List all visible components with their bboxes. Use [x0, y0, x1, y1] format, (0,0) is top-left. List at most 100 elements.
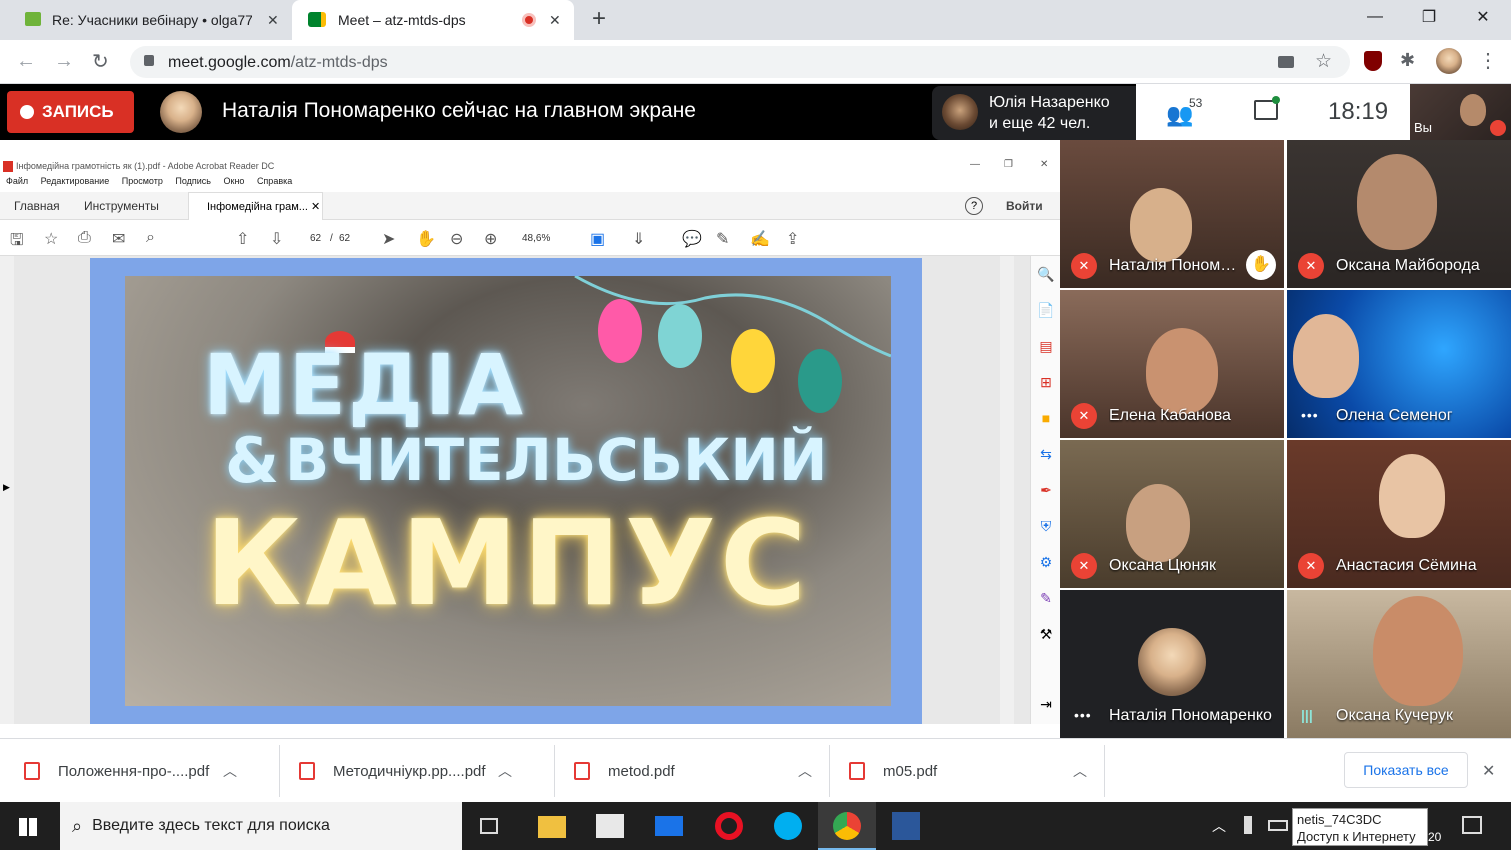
restore-button[interactable]: ❐: [1406, 0, 1452, 34]
participant-tile[interactable]: ✕ Оксана Майборода: [1287, 140, 1511, 288]
minimize-button[interactable]: —: [1352, 0, 1398, 34]
search-icon[interactable]: ⌕: [146, 229, 155, 247]
fill-sign-icon[interactable]: ✒: [1037, 482, 1055, 500]
close-downloads-icon[interactable]: ✕: [1482, 761, 1495, 781]
sign-icon[interactable]: ✍: [750, 229, 770, 249]
signin-button[interactable]: Войти: [1006, 199, 1043, 213]
page-up-icon[interactable]: ⇧: [236, 229, 249, 249]
file-explorer-icon[interactable]: [538, 816, 566, 838]
zoom-out-icon[interactable]: ⊖: [450, 229, 463, 249]
combine-icon[interactable]: ⇆: [1037, 446, 1055, 464]
participant-tile[interactable]: ✕ Оксана Цюняк: [1060, 440, 1284, 588]
chevron-up-icon[interactable]: ︿: [498, 761, 512, 781]
chrome-icon[interactable]: [833, 812, 861, 840]
page-number-input[interactable]: 62: [310, 233, 321, 244]
back-icon[interactable]: ←: [16, 50, 36, 73]
acro-minimize-icon[interactable]: —: [970, 159, 980, 170]
participant-tile[interactable]: ✕ Анастасия Сёмина: [1287, 440, 1511, 588]
self-view-tile[interactable]: Вы: [1410, 84, 1511, 140]
compress-icon[interactable]: ⚙: [1037, 554, 1055, 572]
download-item[interactable]: Положення-про-....pdf ︿: [24, 739, 237, 803]
download-item[interactable]: m05.pdf ︿: [849, 739, 1087, 803]
word-icon[interactable]: [892, 812, 920, 840]
help-icon[interactable]: ?: [965, 197, 983, 215]
document-view[interactable]: МЕДІА & ВЧИТЕЛЬСЬКИЙ КАМПУС ▶ 🔍 📄 ▤ ⊞ ■ …: [0, 256, 1060, 724]
camera-icon[interactable]: [1278, 56, 1294, 68]
hand-tool-icon[interactable]: ✋: [416, 229, 436, 249]
fit-page-icon[interactable]: ▣: [590, 229, 605, 249]
close-tab-icon[interactable]: ✕: [267, 12, 279, 29]
comment-tool-icon[interactable]: ■: [1037, 410, 1055, 428]
acro-close-icon[interactable]: ✕: [1040, 159, 1048, 170]
show-hidden-icons-icon[interactable]: ︿: [1212, 816, 1226, 836]
participant-tile[interactable]: ✕ Елена Кабанова: [1060, 290, 1284, 438]
browser-tab-email[interactable]: Re: Учасники вебінару • olga77 ✕: [0, 0, 290, 40]
menu-edit[interactable]: Редактирование: [41, 176, 110, 186]
close-tab-icon[interactable]: ✕: [549, 12, 561, 29]
presenters-chip[interactable]: Юлія Назаренко и еще 42 чел.: [932, 86, 1136, 140]
menu-view[interactable]: Просмотр: [122, 176, 163, 186]
download-item[interactable]: metod.pdf ︿: [574, 739, 812, 803]
menu-sign[interactable]: Подпись: [175, 176, 211, 186]
create-pdf-icon[interactable]: ⊞: [1037, 374, 1055, 392]
ublock-extension-icon[interactable]: [1364, 51, 1382, 71]
notifications-icon[interactable]: [1462, 816, 1482, 834]
bookmark-star-icon[interactable]: ☆: [1315, 50, 1332, 73]
task-view-icon[interactable]: [480, 818, 498, 834]
tab-document[interactable]: Інфомедійна грам... ✕: [188, 192, 323, 220]
opera-icon[interactable]: [715, 812, 743, 840]
windows-start-icon[interactable]: [19, 818, 37, 836]
share-icon[interactable]: ⇪: [786, 229, 799, 249]
participant-tile[interactable]: ••• Олена Семеног: [1287, 290, 1511, 438]
save-icon[interactable]: 🖫: [10, 229, 24, 256]
print-icon[interactable]: ⎙: [78, 229, 91, 247]
recording-button[interactable]: ЗАПИСЬ: [7, 91, 134, 133]
skype-icon[interactable]: [774, 812, 802, 840]
collapse-panel-icon[interactable]: ⇥: [1037, 696, 1055, 714]
page-down-icon[interactable]: ⇩: [270, 229, 283, 249]
select-cursor-icon[interactable]: ➤: [382, 229, 395, 249]
reload-icon[interactable]: ↻: [92, 49, 109, 74]
comment-icon[interactable]: 💬: [682, 229, 702, 249]
chevron-up-icon[interactable]: ︿: [798, 761, 812, 781]
expand-left-icon[interactable]: ▶: [3, 482, 10, 493]
menu-help[interactable]: Справка: [257, 176, 292, 186]
zoom-level[interactable]: 48,6%: [522, 233, 550, 244]
show-all-downloads-button[interactable]: Показать все: [1344, 752, 1468, 788]
participant-tile[interactable]: ✕ Наталія Пономаренко ✋: [1060, 140, 1284, 288]
profile-avatar[interactable]: [1436, 48, 1462, 74]
download-item[interactable]: Методичніукр.рр....pdf ︿: [299, 739, 512, 803]
export-pdf-icon[interactable]: 📄: [1037, 302, 1055, 320]
participant-tile[interactable]: ||| Оксана Кучерук: [1287, 590, 1511, 738]
protect-icon[interactable]: ⛨: [1037, 518, 1055, 536]
chevron-up-icon[interactable]: ︿: [223, 761, 237, 781]
store-icon[interactable]: [596, 814, 624, 838]
more-tools-icon[interactable]: ⚒: [1037, 626, 1055, 644]
extensions-puzzle-icon[interactable]: ✱: [1400, 50, 1415, 71]
menu-window[interactable]: Окно: [224, 176, 245, 186]
tab-home[interactable]: Главная: [14, 199, 60, 213]
edit-icon[interactable]: ✎: [1037, 590, 1055, 608]
highlight-pen-icon[interactable]: ✎: [716, 229, 729, 249]
battery-icon[interactable]: [1268, 820, 1288, 831]
close-window-button[interactable]: ✕: [1460, 0, 1506, 34]
tab-tools[interactable]: Инструменты: [84, 199, 159, 213]
address-bar[interactable]: meet.google.com/atz-mtds-dps ☆: [130, 46, 1350, 78]
organize-pages-icon[interactable]: ▤: [1037, 338, 1055, 356]
acro-restore-icon[interactable]: ❐: [1004, 159, 1013, 170]
forward-icon[interactable]: →: [54, 50, 74, 73]
participant-tile[interactable]: ••• Наталія Пономаренко: [1060, 590, 1284, 738]
taskbar-search-box[interactable]: ⌕ Введите здесь текст для поиска: [60, 802, 462, 850]
new-tab-button[interactable]: +: [592, 5, 606, 33]
chevron-up-icon[interactable]: ︿: [1073, 761, 1087, 781]
zoom-tool-icon[interactable]: 🔍: [1037, 266, 1055, 284]
browser-tab-meet[interactable]: Meet – atz-mtds-dps ✕: [292, 0, 574, 40]
more-menu-icon[interactable]: ⋮: [1478, 48, 1498, 73]
left-panel-toggle[interactable]: ▶: [0, 256, 14, 724]
mail-icon[interactable]: [655, 816, 683, 836]
menu-file[interactable]: Файл: [6, 176, 28, 186]
vertical-scrollbar[interactable]: [1000, 256, 1014, 724]
email-icon[interactable]: ✉: [112, 229, 125, 249]
usb-icon[interactable]: [1244, 816, 1252, 834]
close-doc-tab-icon[interactable]: ✕: [311, 200, 320, 213]
